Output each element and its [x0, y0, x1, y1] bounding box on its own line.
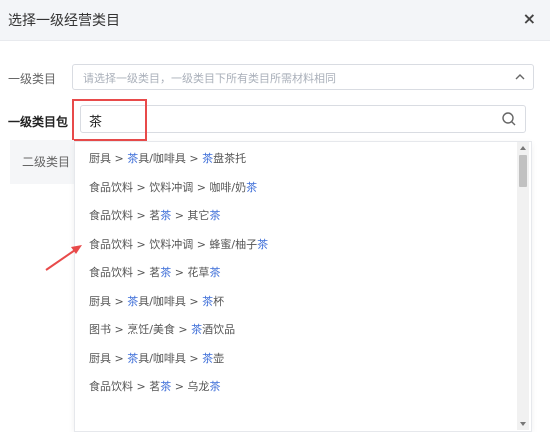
- option-item[interactable]: 厨具 > 茶具/咖啡具 > 茶杯: [89, 293, 224, 313]
- option-keyword: 茶: [202, 351, 214, 365]
- option-item[interactable]: 食品饮料 > 饮料冲调 > 咖啡/奶茶: [89, 179, 257, 199]
- option-text: 图书 > 烹饪/美食 >: [89, 323, 192, 336]
- option-keyword: 茶: [209, 380, 221, 393]
- option-item[interactable]: 食品饮料 > 茗茶 > 其它茶: [89, 207, 220, 227]
- option-text: > 花草: [171, 266, 210, 279]
- level1-select[interactable]: 请选择一级类目，一级类目下所有类目所需材料相同: [72, 64, 534, 90]
- level2-label: 二级类目: [22, 155, 71, 169]
- option-text: > 乌龙: [171, 380, 210, 393]
- option-keyword: 茶: [246, 180, 258, 194]
- dialog-header: 选择一级经营类目 ×: [0, 0, 550, 41]
- option-text: > 其它: [171, 209, 210, 222]
- package-label: 一级类目包: [8, 115, 69, 129]
- option-keyword: 茶: [127, 294, 139, 308]
- option-item[interactable]: 图书 > 烹饪/美食 > 茶酒饮品: [89, 321, 235, 341]
- option-keyword: 茶: [209, 209, 221, 222]
- level1-placeholder: 请选择一级类目，一级类目下所有类目所需材料相同: [83, 72, 336, 85]
- search-icon[interactable]: [501, 111, 517, 127]
- option-keyword: 茶: [257, 237, 269, 251]
- option-text: 具/咖啡具 >: [138, 351, 203, 365]
- option-text: 具/咖啡具 >: [138, 152, 203, 165]
- option-item[interactable]: 食品饮料 > 茗茶 > 乌龙茶: [89, 378, 220, 398]
- option-text: 杯: [213, 294, 225, 308]
- chevron-up-icon: [515, 74, 525, 80]
- option-keyword: 茶: [127, 152, 139, 165]
- option-text: 食品饮料 > 茗: [89, 266, 161, 279]
- option-text: 食品饮料 > 饮料冲调 > 蜂蜜/柚子: [89, 237, 258, 251]
- search-input[interactable]: [87, 109, 491, 131]
- scroll-thumb[interactable]: [519, 155, 527, 187]
- option-text: 壶: [213, 351, 225, 365]
- scroll-up-icon[interactable]: [520, 146, 526, 150]
- search-field[interactable]: [80, 105, 526, 133]
- option-keyword: 茶: [202, 294, 214, 308]
- option-keyword: 茶: [160, 266, 172, 279]
- option-text: 具/咖啡具 >: [138, 294, 203, 308]
- option-keyword: 茶: [209, 266, 221, 279]
- close-icon[interactable]: ×: [523, 9, 536, 28]
- option-text: 酒饮品: [202, 323, 236, 336]
- option-item[interactable]: 食品饮料 > 茗茶 > 花草茶: [89, 264, 220, 284]
- option-item[interactable]: 厨具 > 茶具/咖啡具 > 茶盘茶托: [89, 150, 246, 170]
- option-text: 食品饮料 > 茗: [89, 380, 161, 393]
- option-keyword: 茶: [160, 380, 172, 393]
- level1-label: 一级类目: [8, 72, 57, 86]
- option-text: 盘茶托: [213, 152, 247, 165]
- option-text: 厨具 >: [89, 294, 128, 308]
- option-keyword: 茶: [160, 209, 172, 222]
- search-results-dropdown: 厨具 > 茶具/咖啡具 > 茶盘茶托 食品饮料 > 饮料冲调 > 咖啡/奶茶 食品饮…: [74, 141, 532, 432]
- option-keyword: 茶: [202, 152, 214, 165]
- level2-panel: 二级类目: [10, 140, 74, 184]
- option-item[interactable]: 厨具 > 茶具/咖啡具 > 茶壶: [89, 350, 224, 370]
- option-item[interactable]: 食品饮料 > 饮料冲调 > 蜂蜜/柚子茶: [89, 236, 268, 256]
- option-text: 食品饮料 > 茗: [89, 209, 161, 222]
- option-text: 食品饮料 > 饮料冲调 > 咖啡/奶: [89, 180, 247, 194]
- option-text: 厨具 >: [89, 351, 128, 365]
- option-keyword: 茶: [127, 351, 139, 365]
- dialog-title: 选择一级经营类目: [8, 13, 120, 29]
- dropdown-scrollbar[interactable]: [517, 142, 529, 430]
- option-keyword: 茶: [191, 323, 203, 336]
- option-text: 厨具 >: [89, 152, 128, 165]
- scroll-down-icon[interactable]: [520, 422, 526, 426]
